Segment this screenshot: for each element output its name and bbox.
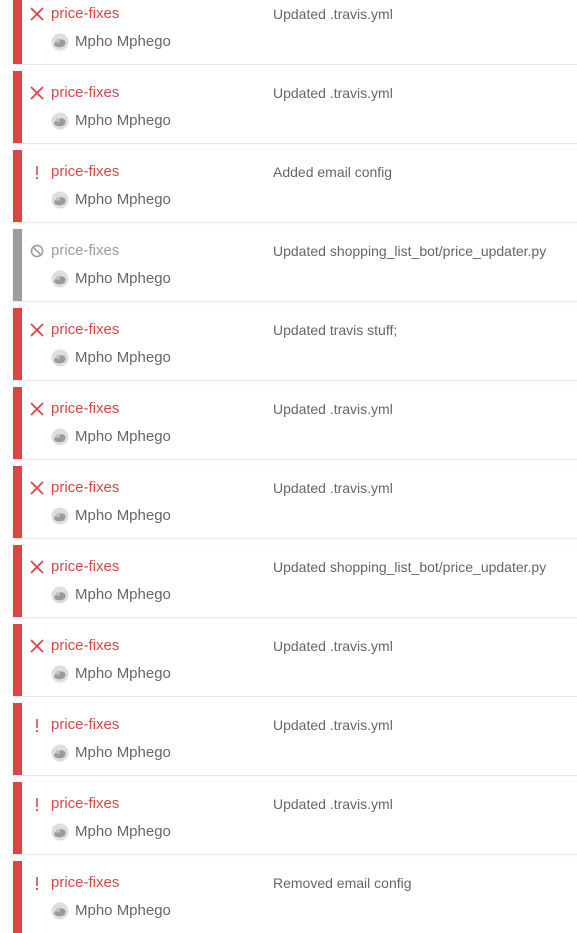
branch-link[interactable]: price-fixes [51, 399, 119, 419]
build-row[interactable]: price-fixes Mpho Mphego Updated .travis.ym… [13, 703, 577, 775]
avatar [51, 902, 69, 920]
status-stripe [13, 703, 22, 775]
status-stripe [13, 150, 22, 222]
status-stripe [13, 624, 22, 696]
commit-author: Mpho Mphego [75, 349, 171, 366]
commit-author: Mpho Mphego [75, 586, 171, 603]
commit-author: Mpho Mphego [75, 507, 171, 524]
build-row[interactable]: price-fixes Mpho Mphego Updated shopping_l… [13, 545, 577, 617]
build-row[interactable]: price-fixes Mpho Mphego Updated .travis.ym… [13, 387, 577, 459]
branch-link[interactable]: price-fixes [51, 636, 119, 656]
commit-message: Updated .travis.yml [273, 480, 393, 496]
avatar [51, 665, 69, 683]
failed-x-icon [29, 322, 45, 338]
branch-link[interactable]: price-fixes [51, 162, 119, 182]
avatar [51, 744, 69, 762]
branch-link[interactable]: price-fixes [51, 241, 119, 261]
branch-link[interactable]: price-fixes [51, 794, 119, 814]
commit-message: Updated .travis.yml [273, 401, 393, 417]
build-row[interactable]: price-fixes Mpho Mphego Updated .travis.ym… [13, 466, 577, 538]
commit-message: Updated .travis.yml [273, 6, 393, 22]
build-row[interactable]: price-fixes Mpho Mphego Added email config [13, 150, 577, 222]
commit-message: Removed email config [273, 875, 412, 891]
build-row[interactable]: price-fixes Mpho Mphego Updated .travis.ym… [13, 782, 577, 854]
avatar [51, 349, 69, 367]
errored-exclamation-icon [29, 164, 45, 180]
failed-x-icon [29, 6, 45, 22]
status-stripe [13, 861, 22, 933]
avatar [51, 33, 69, 51]
commit-message: Updated .travis.yml [273, 796, 393, 812]
commit-author: Mpho Mphego [75, 270, 171, 287]
branch-link[interactable]: price-fixes [51, 715, 119, 735]
status-stripe [13, 0, 22, 64]
avatar [51, 823, 69, 841]
commit-author: Mpho Mphego [75, 902, 171, 919]
build-row[interactable]: price-fixes Mpho Mphego Updated .travis.ym… [13, 71, 577, 143]
failed-x-icon [29, 85, 45, 101]
build-row[interactable]: price-fixes Mpho Mphego Updated travis stu… [13, 308, 577, 380]
commit-author: Mpho Mphego [75, 33, 171, 50]
errored-exclamation-icon [29, 796, 45, 812]
build-row[interactable]: price-fixes Mpho Mphego Removed email conf… [13, 861, 577, 933]
avatar [51, 507, 69, 525]
status-stripe [13, 782, 22, 854]
commit-author: Mpho Mphego [75, 823, 171, 840]
errored-exclamation-icon [29, 717, 45, 733]
errored-exclamation-icon [29, 875, 45, 891]
branch-link[interactable]: price-fixes [51, 4, 119, 24]
commit-author: Mpho Mphego [75, 191, 171, 208]
commit-author: Mpho Mphego [75, 428, 171, 445]
branch-link[interactable]: price-fixes [51, 557, 119, 577]
build-row[interactable]: price-fixes Mpho Mphego Updated .travis.ym… [13, 0, 577, 64]
failed-x-icon [29, 638, 45, 654]
branch-link[interactable]: price-fixes [51, 478, 119, 498]
commit-message: Updated .travis.yml [273, 717, 393, 733]
failed-x-icon [29, 480, 45, 496]
avatar [51, 191, 69, 209]
commit-message: Added email config [273, 164, 393, 180]
commit-message: Updated travis stuff; [273, 322, 398, 338]
commit-author: Mpho Mphego [75, 665, 171, 682]
avatar [51, 428, 69, 446]
commit-author: Mpho Mphego [75, 112, 171, 129]
status-stripe [13, 71, 22, 143]
build-row[interactable]: price-fixes Mpho Mphego Updated shopping_l… [13, 229, 577, 301]
commit-message: Updated .travis.yml [273, 638, 393, 654]
commit-message: Updated .travis.yml [273, 85, 393, 101]
avatar [51, 112, 69, 130]
avatar [51, 270, 69, 288]
status-stripe [13, 545, 22, 617]
commit-author: Mpho Mphego [75, 744, 171, 761]
commit-message: Updated shopping_list_bot/price_updater.… [273, 559, 547, 575]
status-stripe [13, 387, 22, 459]
status-stripe [13, 466, 22, 538]
status-stripe [13, 308, 22, 380]
status-stripe [13, 229, 22, 301]
canceled-icon [29, 243, 45, 259]
commit-message: Updated shopping_list_bot/price_updater.… [273, 243, 547, 259]
failed-x-icon [29, 401, 45, 417]
branch-link[interactable]: price-fixes [51, 320, 119, 340]
branch-link[interactable]: price-fixes [51, 873, 119, 893]
branch-link[interactable]: price-fixes [51, 83, 119, 103]
build-row[interactable]: price-fixes Mpho Mphego Updated .travis.ym… [13, 624, 577, 696]
avatar [51, 586, 69, 604]
failed-x-icon [29, 559, 45, 575]
